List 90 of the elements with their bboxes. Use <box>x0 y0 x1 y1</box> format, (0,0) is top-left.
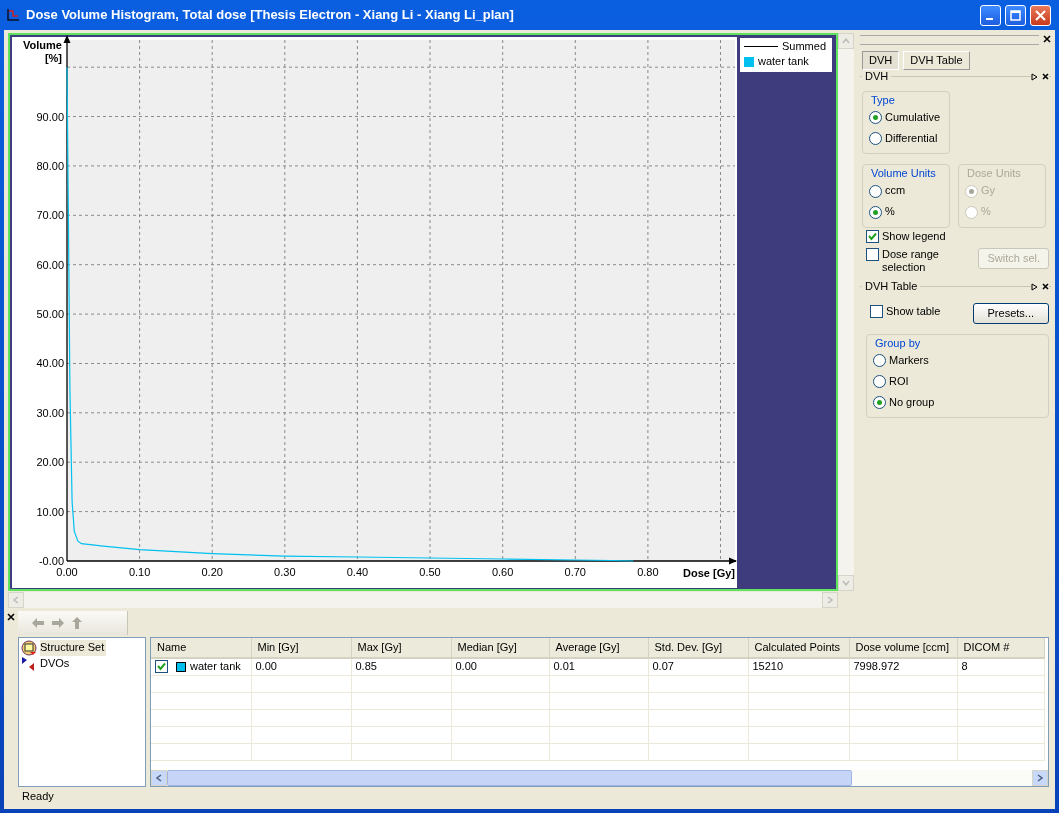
tree-item[interactable]: Structure Set <box>40 640 107 656</box>
radio-label: Differential <box>885 132 938 146</box>
checkbox[interactable] <box>866 247 879 261</box>
close-icon <box>1035 9 1046 21</box>
radio-label: Markers <box>889 354 929 368</box>
tree-item[interactable]: DVOs <box>40 657 70 671</box>
column-header[interactable]: Average [Gy] <box>549 638 648 659</box>
close-icon[interactable] <box>1042 73 1049 81</box>
horizontal-scrollbar[interactable] <box>151 770 1048 786</box>
window-title: Dose Volume Histogram, Total dose [Thesis Electron - Xiang Li - Xiang Li_plan] <box>26 7 514 23</box>
x-tick-label: 0.50 <box>419 566 441 578</box>
close-button[interactable] <box>1030 4 1051 26</box>
minimize-icon <box>985 17 993 20</box>
checkbox[interactable] <box>155 660 168 674</box>
y-tick-label: 90.00 <box>36 110 64 123</box>
radio-label: Gy <box>981 184 996 198</box>
checkbox-label: Dose range selection <box>882 247 940 274</box>
radio-label: % <box>981 205 991 219</box>
checkbox[interactable] <box>870 304 883 318</box>
table-cell: 15210 <box>748 658 849 676</box>
radio-button[interactable] <box>869 184 882 198</box>
x-tick-label: 0.80 <box>637 566 659 578</box>
x-tick-label: 0.20 <box>201 566 223 578</box>
close-icon[interactable] <box>7 613 15 621</box>
expand-icon[interactable] <box>1031 282 1038 291</box>
y-tick-label: 30.00 <box>36 406 64 419</box>
group-title: Type <box>869 94 897 108</box>
group-title: Group by <box>873 337 923 351</box>
status-text: Ready <box>22 790 54 804</box>
structure-set-icon <box>21 640 37 656</box>
y-tick-label: 70.00 <box>36 209 64 222</box>
radio-label: Cumulative <box>885 111 941 125</box>
column-header[interactable]: Std. Dev. [Gy] <box>648 638 748 659</box>
x-tick-label: 0.10 <box>128 566 151 578</box>
table-cell: 0.00 <box>251 658 351 676</box>
column-header[interactable]: DICOM # <box>957 638 1044 659</box>
radio-label: ROI <box>889 375 909 389</box>
table-cell: 7998.972 <box>849 658 957 676</box>
radio-button[interactable] <box>869 205 882 219</box>
x-axis-title: Dose [Gy] <box>683 567 735 579</box>
radio-label: No group <box>889 396 935 410</box>
checkbox[interactable] <box>866 229 879 243</box>
chart-icon <box>6 8 20 22</box>
tab[interactable]: DVH Table <box>903 51 970 71</box>
table-cell: water tank <box>190 660 241 674</box>
y-tick-label: -0.00 <box>38 555 64 567</box>
maximize-button[interactable] <box>1005 4 1026 26</box>
column-header[interactable]: Max [Gy] <box>351 638 451 659</box>
checkbox-label: Show legend <box>882 229 947 243</box>
y-tick-label: 50.00 <box>36 308 64 321</box>
y-tick-label: 40.00 <box>36 357 64 370</box>
y-tick-label: 20.00 <box>36 456 64 469</box>
table-cell: 0.00 <box>451 658 549 676</box>
radio-button[interactable] <box>873 396 886 410</box>
column-header[interactable]: Median [Gy] <box>451 638 549 659</box>
expand-icon[interactable] <box>1031 73 1038 82</box>
radio-button[interactable] <box>873 354 886 368</box>
close-icon[interactable] <box>1043 35 1051 44</box>
x-tick-label: 0.40 <box>346 566 369 578</box>
legend-line-icon <box>744 46 778 47</box>
column-header[interactable]: Min [Gy] <box>251 638 351 659</box>
x-tick-label: 0.70 <box>564 566 586 578</box>
x-tick-label: 0.00 <box>56 566 78 578</box>
minimize-button[interactable] <box>980 4 1001 26</box>
checkbox-label: Show table <box>886 304 942 318</box>
radio-button[interactable] <box>869 132 882 146</box>
close-icon[interactable] <box>1042 282 1049 290</box>
legend-label: water tank <box>758 54 809 69</box>
column-header[interactable]: Dose volume [ccm] <box>849 638 957 659</box>
radio-button[interactable] <box>869 111 882 125</box>
table-cell: 8 <box>957 658 1044 676</box>
radio-label: ccm <box>885 184 906 198</box>
table-cell: 0.85 <box>351 658 451 676</box>
y-tick-label: 80.00 <box>36 159 64 172</box>
markers-icon <box>21 656 37 672</box>
table-cell: 0.01 <box>549 658 648 676</box>
table-cell: 0.07 <box>648 658 748 676</box>
x-tick-label: 0.60 <box>491 566 514 578</box>
y-axis-title: Volume [%] <box>22 39 62 66</box>
maximize-icon <box>1010 9 1021 21</box>
presets-button[interactable]: Presets... <box>972 302 1049 325</box>
column-header[interactable]: Calculated Points <box>748 638 849 659</box>
radio-label: % <box>885 205 895 219</box>
radio-button[interactable] <box>873 375 886 389</box>
y-tick-label: 60.00 <box>36 258 64 271</box>
y-tick-label: 10.00 <box>36 505 64 518</box>
legend-label: Summed <box>782 39 827 54</box>
tab[interactable]: DVH <box>862 51 900 71</box>
column-header[interactable]: Name <box>151 638 251 659</box>
x-tick-label: 0.30 <box>274 566 296 578</box>
